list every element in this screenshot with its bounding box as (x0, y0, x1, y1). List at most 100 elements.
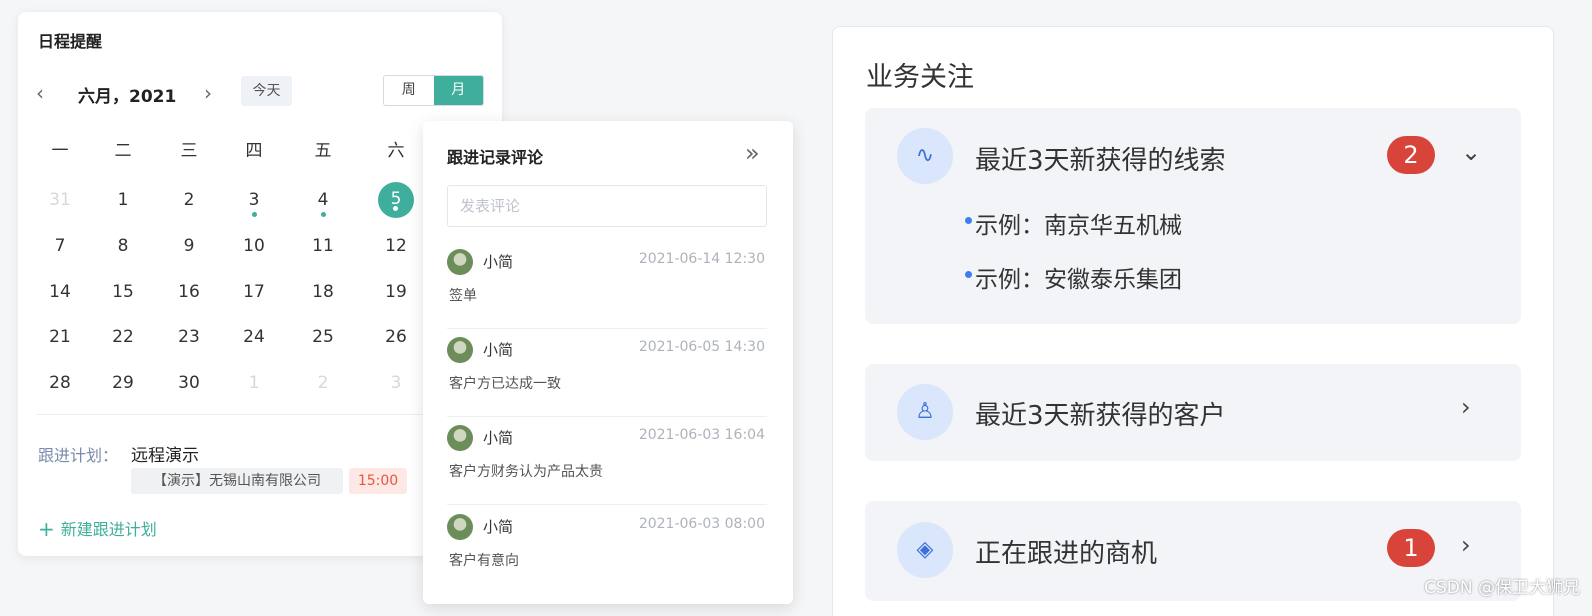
comment-author: 小简 (483, 341, 514, 359)
weekday-header: 一 (51, 141, 69, 161)
lead-item-label: 示例：南京华五机械 (975, 213, 1182, 239)
calendar-day[interactable]: 1 (103, 190, 143, 210)
calendar-day[interactable]: 16 (169, 282, 209, 302)
section-label: 最近3天新获得的客户 (975, 401, 1226, 431)
calendar-day[interactable]: 2 (303, 373, 343, 393)
weekday-header: 四 (245, 141, 263, 161)
selected-day-highlight[interactable]: 5 (378, 182, 414, 218)
weekday-header: 三 (180, 141, 198, 161)
next-month-icon[interactable]: › (204, 82, 212, 104)
comment-text: 客户有意向 (449, 553, 519, 569)
calendar-day[interactable]: 14 (40, 282, 80, 302)
calendar-day[interactable]: 30 (169, 373, 209, 393)
event-dot (321, 212, 326, 217)
calendar-day[interactable]: 10 (234, 236, 274, 256)
customer-icon: ♙ (897, 384, 953, 440)
comments-panel: 跟进记录评论 » 小简 2021-06-14 12:30 签单 小简 2021-… (423, 121, 793, 604)
comment-text: 签单 (449, 288, 477, 304)
calendar-day[interactable]: 1 (234, 373, 274, 393)
collapse-icon[interactable]: » (745, 139, 760, 167)
calendar-day[interactable]: 31 (40, 190, 80, 210)
view-toggle: 周 月 (383, 75, 484, 106)
comment-text: 客户方已达成一致 (449, 376, 561, 392)
event-dot (252, 212, 257, 217)
comment-time: 2021-06-05 14:30 (638, 339, 765, 355)
section-recent-customers[interactable]: ♙ 最近3天新获得的客户 › (865, 364, 1521, 461)
business-focus-title: 业务关注 (866, 62, 974, 93)
weekday-header: 六 (387, 141, 405, 161)
business-focus-panel: 业务关注 ∿ 最近3天新获得的线索 2 ⌄ 示例：南京华五机械 示例：安徽泰乐集… (832, 26, 1554, 616)
weekday-header: 五 (314, 141, 332, 161)
plan-time-tag: 15:00 (349, 468, 407, 494)
week-view-button[interactable]: 周 (384, 76, 434, 105)
calendar-day[interactable]: 9 (169, 236, 209, 256)
new-plan-label: 新建跟进计划 (60, 520, 157, 539)
watermark: CSDN @保卫大狮兄 (1424, 578, 1580, 598)
calendar-title: 日程提醒 (38, 32, 103, 51)
calendar-day[interactable]: 19 (376, 282, 416, 302)
comment-text: 客户方财务认为产品太贵 (449, 464, 603, 480)
plan-company-tag: 【演示】无锡山南有限公司 (131, 468, 343, 494)
section-recent-leads[interactable]: ∿ 最近3天新获得的线索 2 ⌄ 示例：南京华五机械 示例：安徽泰乐集团 (865, 108, 1521, 324)
calendar-day[interactable]: 3 (376, 373, 416, 393)
comment-item: 小简 2021-06-14 12:30 签单 (447, 241, 767, 329)
calendar-day[interactable]: 21 (40, 327, 80, 347)
calendar-day[interactable]: 26 (376, 327, 416, 347)
calendar-day[interactable]: 24 (234, 327, 274, 347)
weekday-header: 二 (114, 141, 132, 161)
section-opportunities[interactable]: ◈ 正在跟进的商机 1 › (865, 501, 1521, 601)
avatar (447, 425, 473, 451)
comment-input[interactable] (447, 185, 767, 227)
event-dot (393, 206, 398, 211)
comment-author: 小简 (483, 518, 514, 536)
calendar-day[interactable]: 23 (169, 327, 209, 347)
calendar-day[interactable]: 18 (303, 282, 343, 302)
avatar (447, 337, 473, 363)
calendar-day[interactable]: 7 (40, 236, 80, 256)
plan-label: 跟进计划： (38, 446, 119, 465)
calendar-day[interactable]: 17 (234, 282, 274, 302)
comment-author: 小简 (483, 429, 514, 447)
section-label: 正在跟进的商机 (975, 539, 1158, 569)
bullet-icon (965, 217, 972, 224)
calendar-day[interactable]: 15 (103, 282, 143, 302)
comment-time: 2021-06-03 16:04 (638, 427, 765, 443)
comment-author: 小简 (483, 253, 514, 271)
month-view-button[interactable]: 月 (433, 76, 483, 105)
day-number: 4 (317, 190, 329, 210)
opportunity-icon: ◈ (897, 522, 953, 578)
chevron-down-icon[interactable]: ⌄ (1461, 138, 1481, 166)
calendar-day[interactable]: 12 (376, 236, 416, 256)
plus-icon: + (38, 517, 55, 541)
chevron-right-icon[interactable]: › (1461, 393, 1471, 421)
calendar-day[interactable]: 11 (303, 236, 343, 256)
lead-item[interactable]: 示例：南京华五机械 (965, 206, 1182, 240)
comment-time: 2021-06-03 08:00 (638, 516, 765, 532)
new-plan-button[interactable]: + 新建跟进计划 (38, 516, 157, 541)
leads-icon: ∿ (897, 128, 953, 184)
count-badge: 1 (1387, 529, 1435, 567)
calendar-day-with-event[interactable]: 3 (234, 190, 274, 217)
comment-item: 小简 2021-06-03 16:04 客户方财务认为产品太贵 (447, 417, 767, 505)
chevron-right-icon[interactable]: › (1461, 531, 1471, 559)
today-button[interactable]: 今天 (241, 76, 292, 106)
calendar-day[interactable]: 25 (303, 327, 343, 347)
divider (36, 414, 484, 415)
prev-month-icon[interactable]: ‹ (36, 82, 44, 104)
plan-title[interactable]: 远程演示 (131, 441, 199, 466)
comments-title: 跟进记录评论 (447, 148, 544, 167)
calendar-day[interactable]: 28 (40, 373, 80, 393)
bullet-icon (965, 271, 972, 278)
avatar (447, 249, 473, 275)
calendar-day[interactable]: 8 (103, 236, 143, 256)
count-badge: 2 (1387, 136, 1435, 174)
calendar-day[interactable]: 22 (103, 327, 143, 347)
calendar-day[interactable]: 29 (103, 373, 143, 393)
month-label: 六月，2021 (78, 87, 177, 107)
calendar-day[interactable]: 2 (169, 190, 209, 210)
comment-time: 2021-06-14 12:30 (638, 251, 765, 267)
calendar-day-with-event[interactable]: 4 (303, 190, 343, 217)
comment-item: 小简 2021-06-05 14:30 客户方已达成一致 (447, 329, 767, 417)
lead-item[interactable]: 示例：安徽泰乐集团 (965, 260, 1182, 294)
comment-item: 小简 2021-06-03 08:00 客户有意向 (447, 506, 767, 594)
